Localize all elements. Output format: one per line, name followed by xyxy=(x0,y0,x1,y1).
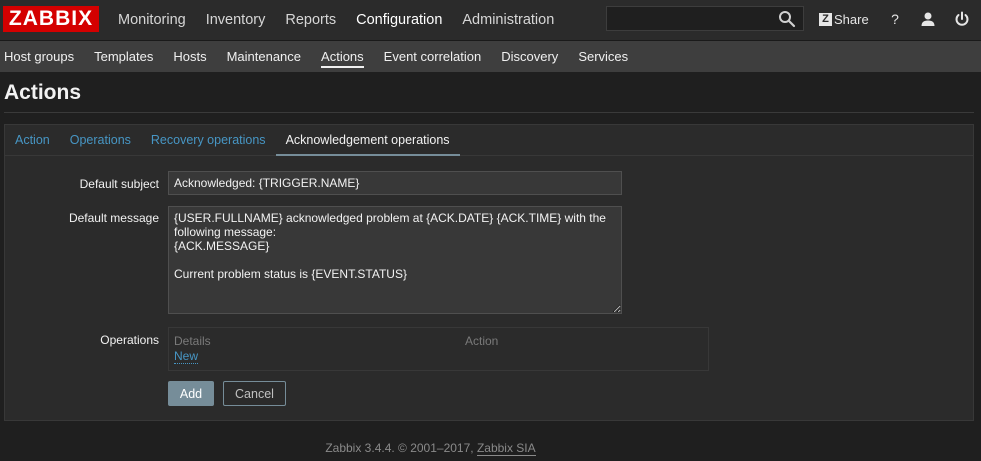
footer-company-link[interactable]: Zabbix SIA xyxy=(476,441,536,456)
submenu-services[interactable]: Services xyxy=(568,41,638,72)
default-message-label: Default message xyxy=(68,211,159,225)
menu-inventory[interactable]: Inventory xyxy=(196,0,276,40)
column-header-details: Details xyxy=(174,334,211,348)
search-icon[interactable] xyxy=(776,8,798,30)
title-divider xyxy=(4,112,974,113)
zabbix-logo[interactable]: ZABBIX xyxy=(3,6,99,32)
menu-monitoring[interactable]: Monitoring xyxy=(108,0,196,40)
action-form: Action Operations Recovery operations Ac… xyxy=(4,124,974,421)
submenu-hosts[interactable]: Hosts xyxy=(163,41,216,72)
tab-acknowledgement-operations[interactable]: Acknowledgement operations xyxy=(275,125,460,156)
submenu-templates[interactable]: Templates xyxy=(84,41,163,72)
sign-out-icon[interactable] xyxy=(954,11,970,27)
operations-label: Operations xyxy=(100,333,159,347)
footer: Zabbix 3.4.4. © 2001–2017, Zabbix SIA xyxy=(0,441,861,456)
share-label: Share xyxy=(834,11,869,27)
page-title: Actions xyxy=(4,81,82,104)
tab-action[interactable]: Action xyxy=(5,125,60,155)
menu-administration[interactable]: Administration xyxy=(452,0,564,40)
submenu-event-correlation[interactable]: Event correlation xyxy=(374,41,492,72)
submenu-actions[interactable]: Actions xyxy=(311,41,374,72)
menu-reports[interactable]: Reports xyxy=(275,0,346,40)
submenu-discovery[interactable]: Discovery xyxy=(491,41,568,72)
default-subject-input[interactable] xyxy=(168,171,622,195)
submenu-maintenance[interactable]: Maintenance xyxy=(217,41,311,72)
footer-copyright: Zabbix 3.4.4. © 2001–2017, xyxy=(325,441,477,455)
menu-configuration[interactable]: Configuration xyxy=(346,0,452,40)
share-button[interactable]: Z Share xyxy=(819,10,869,28)
tab-operations[interactable]: Operations xyxy=(60,125,141,155)
main-menu: Monitoring Inventory Reports Configurati… xyxy=(108,0,564,40)
configuration-submenu: Host groups Templates Hosts Maintenance … xyxy=(0,41,981,72)
help-icon[interactable]: ? xyxy=(888,10,902,28)
new-operation-link[interactable]: New xyxy=(174,350,199,364)
default-subject-label: Default subject xyxy=(79,177,159,191)
column-header-action: Action xyxy=(465,334,499,348)
cancel-button[interactable]: Cancel xyxy=(223,381,286,406)
top-header: ZABBIX Monitoring Inventory Reports Conf… xyxy=(0,0,981,41)
operations-table: Details Action New xyxy=(168,327,709,371)
add-button[interactable]: Add xyxy=(168,381,214,406)
submenu-host-groups[interactable]: Host groups xyxy=(0,41,84,72)
search-input[interactable] xyxy=(606,6,804,31)
tab-recovery-operations[interactable]: Recovery operations xyxy=(141,125,276,155)
zabbix-share-icon: Z xyxy=(819,12,832,26)
form-tabs: Action Operations Recovery operations Ac… xyxy=(5,125,973,156)
default-message-textarea[interactable]: {USER.FULLNAME} acknowledged problem at … xyxy=(168,206,622,314)
user-profile-icon[interactable] xyxy=(920,11,936,27)
